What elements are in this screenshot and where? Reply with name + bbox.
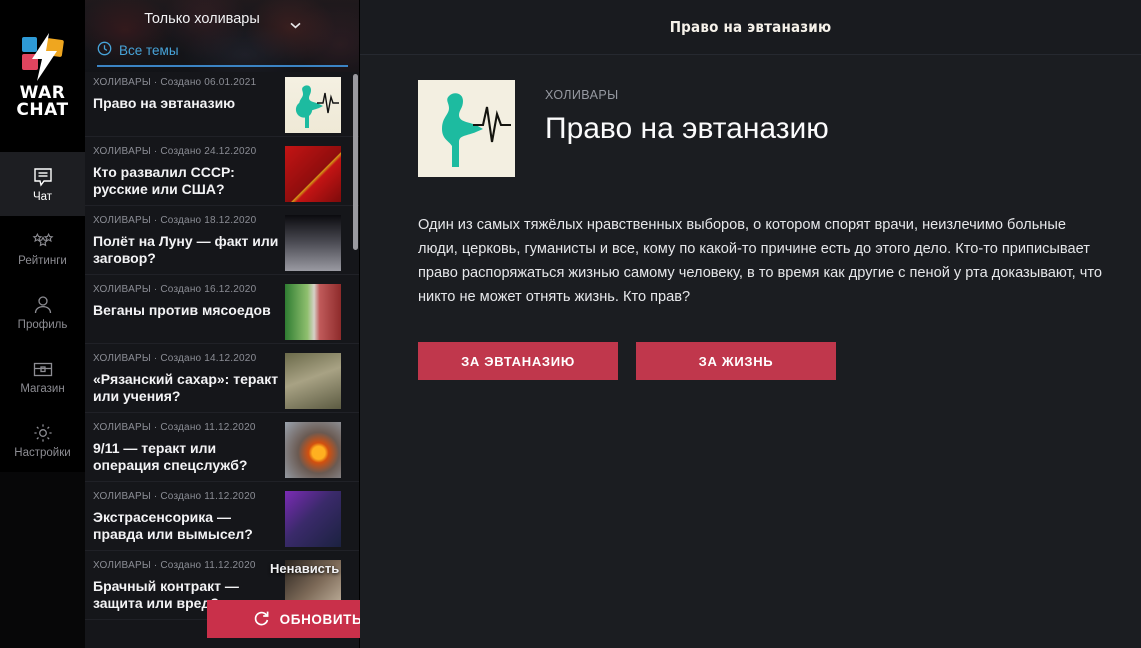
topic-meta: ХОЛИВАРЫ · Создано 16.12.2020 [93,284,257,295]
app-logo[interactable]: WAR CHAT [0,0,85,152]
sidebar-nav: WAR CHAT Чат Рейтинги Профиль Магазин На… [0,0,85,648]
vote-choices: ЗА ЭВТАНАЗИЮ ЗА ЖИЗНЬ [418,342,1141,380]
vote-for-euthanasia-button[interactable]: ЗА ЭВТАНАЗИЮ [418,342,618,380]
app-root: WAR CHAT Чат Рейтинги Профиль Магазин На… [0,0,1141,648]
person-icon [32,294,54,316]
topic-article: ХОЛИВАРЫ Право на эвтаназию Один из самы… [360,55,1141,380]
sidebar-item-settings[interactable]: Настройки [0,408,85,472]
logo-line-2: CHAT [16,100,69,120]
list-item[interactable]: ХОЛИВАРЫ · Создано 14.12.2020 «Рязанский… [85,344,360,413]
main-content: Право на эвтаназию ХОЛИВАРЫ Право на эвт… [360,0,1141,648]
topic-meta: ХОЛИВАРЫ · Создано 06.01.2021 [93,77,257,88]
topic-meta: ХОЛИВАРЫ · Создано 18.12.2020 [93,215,257,226]
topic-thumbnail [285,215,341,271]
chest-icon [32,358,54,380]
sidebar-item-chat[interactable]: Чат [0,152,85,216]
clock-icon [97,41,112,59]
gear-icon [32,422,54,444]
sidebar-item-shop[interactable]: Магазин [0,344,85,408]
topic-meta: ХОЛИВАРЫ · Создано 14.12.2020 [93,353,257,364]
topic-thumbnail [285,284,341,340]
topic-tabs: Все темы [85,38,360,68]
topic-meta: ХОЛИВАРЫ · Создано 11.12.2020 [93,422,256,433]
topic-title: «Рязанский сахар»: теракт или учения? [93,371,279,404]
topic-thumbnail [285,77,341,133]
article-category: ХОЛИВАРЫ [545,88,619,102]
topic-thumbnail [285,353,341,409]
topic-thumbnail [285,491,341,547]
sidebar-item-ratings[interactable]: Рейтинги [0,216,85,280]
list-item[interactable]: ХОЛИВАРЫ · Создано 11.12.2020 Экстрасенс… [85,482,360,551]
topic-meta: ХОЛИВАРЫ · Создано 11.12.2020 [93,560,256,571]
refresh-button[interactable]: ОБНОВИТЬ [207,600,360,638]
sidebar-item-label: Настройки [14,446,71,459]
list-item[interactable]: ХОЛИВАРЫ · Создано 18.12.2020 Полёт на Л… [85,206,360,275]
article-title: Право на эвтаназию [545,112,829,145]
list-item[interactable]: ХОЛИВАРЫ · Создано 16.12.2020 Веганы про… [85,275,360,344]
topic-title: Кто развалил СССР: русские или США? [93,164,235,197]
list-item[interactable]: ХОЛИВАРЫ · Создано 06.01.2021 Право на э… [85,68,360,137]
topic-meta: ХОЛИВАРЫ · Создано 11.12.2020 [93,491,256,502]
refresh-icon [252,609,270,630]
article-thumbnail [418,80,515,177]
topic-title: Полёт на Луну — факт или заговор? [93,233,279,266]
vote-for-life-button[interactable]: ЗА ЖИЗНЬ [636,342,836,380]
sidebar-item-label: Чат [32,190,53,203]
topic-title: Веганы против мясоедов [93,302,271,318]
tab-label: Все темы [119,42,179,58]
tab-all-topics[interactable]: Все темы [97,38,179,62]
stars-icon [32,230,54,252]
sidebar-item-label: Магазин [20,382,65,395]
topic-list-scrollbar[interactable] [353,74,358,250]
tab-active-underline [97,65,348,67]
chevron-down-icon [290,16,301,28]
article-header: ХОЛИВАРЫ Право на эвтаназию [418,80,1141,177]
refresh-label: ОБНОВИТЬ [279,611,360,627]
list-item[interactable]: ХОЛИВАРЫ · Создано 24.12.2020 Кто развал… [85,137,360,206]
topic-list-panel: Только холивары Все темы ХОЛИВАРЫ · Созд… [85,0,360,648]
hate-overlay-label: Ненависть [270,561,340,576]
main-header: Право на эвтаназию [360,0,1141,55]
app-logo-wordmark: WAR CHAT [16,85,68,119]
article-body: Один из самых тяжёлых нравственных выбор… [418,217,1102,305]
sidebar-item-label: Профиль [17,318,68,331]
lightning-bolt-logo-icon [16,33,70,81]
chat-icon [32,166,54,188]
sidebar-item-label: Рейтинги [18,254,67,267]
list-item[interactable]: ХОЛИВАРЫ · Создано 11.12.2020 9/11 — тер… [85,413,360,482]
sidebar-item-profile[interactable]: Профиль [0,280,85,344]
topic-thumbnail [285,422,341,478]
topic-title: Право на эвтаназию [93,95,236,111]
topic-filter-dropdown[interactable]: Только холивары [85,0,360,38]
page-title: Право на эвтаназию [669,18,832,36]
topic-meta: ХОЛИВАРЫ · Создано 24.12.2020 [93,146,257,157]
topic-title: Экстрасенсорика — правда или вымысел? [93,509,253,542]
topic-filter-label: Только холивары [144,11,260,27]
topic-title: 9/11 — теракт или операция спецслужб? [93,440,248,473]
topic-thumbnail [285,146,341,202]
